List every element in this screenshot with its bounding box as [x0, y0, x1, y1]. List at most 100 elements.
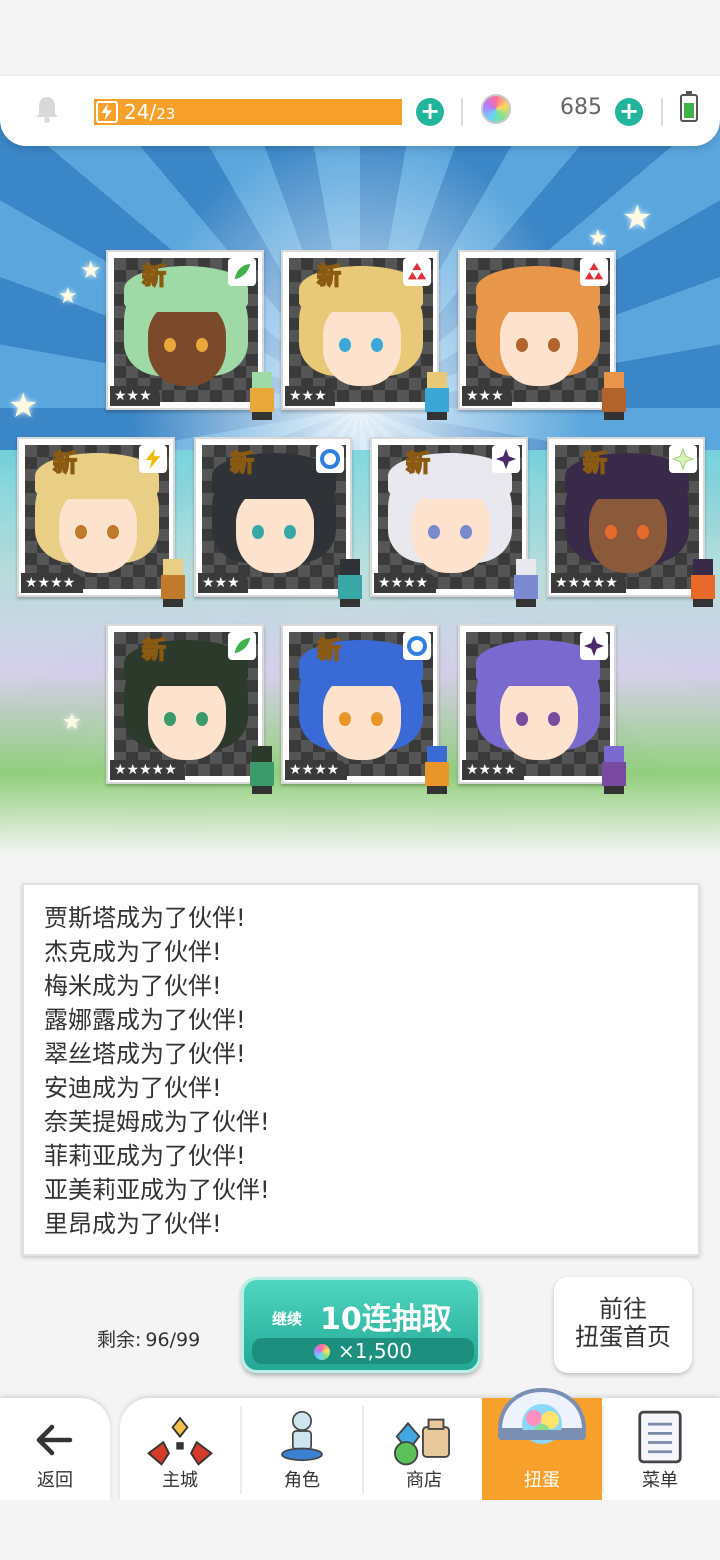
gacha-home-button[interactable]: 前往 扭蛋首页 [554, 1277, 692, 1373]
new-badge: 新 [229, 448, 255, 478]
remaining-count: 剩余: 96/99 [97, 1325, 200, 1352]
character-sprite [244, 746, 280, 794]
new-badge: 新 [316, 635, 342, 665]
element-leaf-icon [228, 632, 256, 660]
draw-cost: ×1,500 [252, 1338, 474, 1364]
back-label: 返回 [37, 1470, 73, 1491]
character-card[interactable]: 新 ★★★★★ [547, 437, 715, 607]
add-stamina-button[interactable]: + [416, 98, 444, 126]
gem-count: 685 [560, 95, 602, 120]
tab-characters[interactable]: 角色 [242, 1398, 362, 1500]
rarity-stars: ★★★★ [374, 573, 437, 593]
new-badge: 新 [141, 261, 167, 291]
character-sprite [596, 746, 632, 794]
bell-icon[interactable] [32, 94, 62, 124]
character-card[interactable]: 新 ★★★★ [281, 624, 449, 794]
rarity-stars: ★★★★ [285, 760, 348, 780]
draw-10-label: 10连抽取 [320, 1302, 452, 1337]
log-line: 奈芙提姆成为了伙伴! [44, 1108, 270, 1136]
nav-tabs: 主城 角色 商店 扭蛋 菜单 [120, 1387, 720, 1500]
character-sprite [155, 559, 191, 607]
remaining-value: 96/99 [145, 1329, 201, 1351]
character-sprite [685, 559, 720, 607]
rarity-stars: ★★★ [110, 386, 160, 406]
tab-label: 主城 [162, 1470, 198, 1491]
tab-shop[interactable]: 商店 [364, 1398, 484, 1500]
element-water-icon [403, 632, 431, 660]
element-water-icon [316, 445, 344, 473]
tab-gacha[interactable]: 扭蛋 [482, 1387, 602, 1500]
character-card[interactable]: 新 ★★★★★ [106, 624, 274, 794]
element-fire-icon [580, 258, 608, 286]
back-button[interactable]: 返回 [0, 1398, 110, 1500]
character-card[interactable]: 新 ★★★ [194, 437, 362, 607]
tab-town[interactable]: 主城 [120, 1398, 240, 1500]
log-line: 贾斯塔成为了伙伴! [44, 904, 246, 932]
log-line: 梅米成为了伙伴! [44, 972, 222, 1000]
town-icon [147, 1416, 213, 1466]
stamina-icon [96, 101, 118, 123]
rarity-stars: ★★★★★ [110, 760, 185, 780]
tab-label: 扭蛋 [524, 1470, 560, 1491]
log-line: 安迪成为了伙伴! [44, 1074, 222, 1102]
log-line: 翠丝塔成为了伙伴! [44, 1040, 246, 1068]
character-sprite [596, 372, 632, 420]
rarity-stars: ★★★★★ [551, 573, 626, 593]
element-thunder-icon [139, 445, 167, 473]
new-badge: 新 [405, 448, 431, 478]
star-decoration: ★ [58, 284, 78, 309]
battery-icon [680, 91, 698, 122]
tab-label: 菜单 [642, 1470, 678, 1491]
stamina-value: 24/23 [124, 100, 176, 124]
character-card[interactable]: 新 ★★★ [106, 250, 274, 420]
star-decoration: ★ [622, 198, 653, 238]
character-card[interactable]: 新 ★★★ [281, 250, 449, 420]
rarity-stars: ★★★ [462, 386, 512, 406]
gem-icon [481, 94, 511, 124]
tab-menu[interactable]: 菜单 [600, 1398, 720, 1500]
bottom-nav: 返回 主城 角色 商店 扭蛋 菜单 [0, 1387, 720, 1500]
element-fire-icon [403, 258, 431, 286]
remaining-label: 剩余: [97, 1329, 142, 1351]
star-decoration: ★ [80, 256, 102, 284]
back-arrow-icon [36, 1424, 73, 1456]
character-sprite [508, 559, 544, 607]
log-line: 亚美莉亚成为了伙伴! [44, 1176, 270, 1204]
element-dark-icon [580, 632, 608, 660]
divider [461, 98, 463, 126]
gem-icon [313, 1344, 330, 1360]
log-line: 杰克成为了伙伴! [44, 938, 222, 966]
star-decoration: ★ [588, 226, 608, 251]
character-sprite [244, 372, 280, 420]
gacha-home-label-1: 前往 [599, 1295, 647, 1323]
rarity-stars: ★★★★ [462, 760, 525, 780]
tab-label: 商店 [406, 1470, 442, 1491]
continue-label: 继续 [272, 1310, 303, 1328]
status-bar: 24/23 + 685 + [0, 76, 720, 146]
character-card[interactable]: ★★★★ [458, 624, 626, 794]
character-icon [281, 1411, 323, 1461]
character-sprite [419, 746, 455, 794]
star-decoration: ★ [62, 710, 82, 735]
rarity-stars: ★★★ [198, 573, 248, 593]
new-badge: 新 [52, 448, 78, 478]
gacha-capsule-icon [497, 1387, 587, 1444]
stamina-bar: 24/23 [94, 99, 402, 125]
element-light-icon [669, 445, 697, 473]
new-badge: 新 [141, 635, 167, 665]
character-card[interactable]: 新 ★★★★ [370, 437, 538, 607]
system-nav-area [0, 1500, 720, 1560]
menu-icon [638, 1410, 682, 1464]
add-gem-button[interactable]: + [615, 98, 643, 126]
log-line: 菲莉亚成为了伙伴! [44, 1142, 246, 1170]
log-line: 里昂成为了伙伴! [44, 1210, 222, 1238]
rarity-stars: ★★★ [285, 386, 335, 406]
character-card[interactable]: ★★★ [458, 250, 626, 420]
draw-10-button[interactable]: 继续 10连抽取 ×1,500 [241, 1277, 481, 1373]
element-leaf-icon [228, 258, 256, 286]
new-badge: 新 [316, 261, 342, 291]
result-log[interactable]: 贾斯塔成为了伙伴! 杰克成为了伙伴! 梅米成为了伙伴! 露娜露成为了伙伴! 翠丝… [22, 883, 700, 1256]
new-badge: 新 [582, 448, 608, 478]
character-sprite [419, 372, 455, 420]
character-card[interactable]: 新 ★★★★ [17, 437, 185, 607]
